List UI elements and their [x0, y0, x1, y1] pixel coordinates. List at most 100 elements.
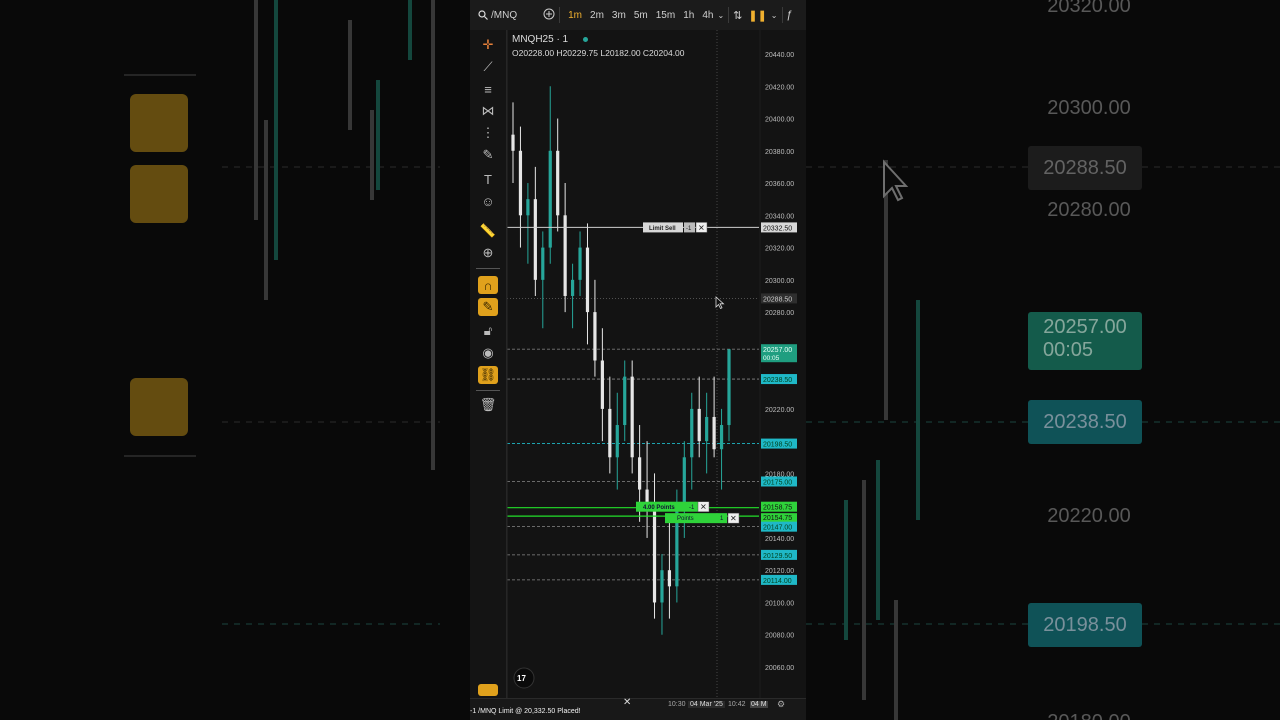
candle-body — [556, 150, 560, 216]
limit-sell-price: 20332.50 — [763, 225, 792, 232]
timeframe-1m[interactable]: 1m — [564, 10, 586, 21]
phone-screen: /MNQ 1m 2m 3m 5m 15m 1h 4h ⌄ ⇅ ❚❚ ⌄ ƒ ✛ … — [470, 0, 806, 720]
chart-type-bars-icon[interactable]: ⇅ — [733, 9, 742, 22]
price-axis-label: 20175.00 — [763, 479, 792, 486]
forecast-icon[interactable]: ⋮ — [478, 124, 498, 142]
text-tool-icon[interactable]: T — [478, 170, 498, 188]
link-icon[interactable]: ⛓︎ — [478, 366, 498, 384]
stop-label: 4.00 Points — [643, 505, 675, 511]
timeframe-dropdown-icon[interactable]: ⌄ — [717, 11, 724, 20]
eye-icon[interactable]: ◉ — [478, 344, 498, 362]
candle-body — [541, 247, 545, 280]
candle-body — [570, 279, 575, 296]
close-toast-icon[interactable]: ✕ — [623, 697, 631, 708]
crosshair-icon[interactable]: ✛ — [478, 36, 498, 54]
candles-icon[interactable]: ❚❚ — [748, 9, 766, 22]
limit-sell-label: Limit Sell — [649, 226, 676, 232]
ohlc-values: O20228.00 H20229.75 L20182.00 C20204.00 — [512, 48, 685, 58]
symbol-search[interactable]: /MNQ — [478, 10, 517, 21]
pencil-lock-icon[interactable]: ✎ — [478, 298, 498, 316]
candle-body — [638, 457, 642, 490]
lock-icon[interactable]: 🔓︎ — [478, 322, 498, 340]
fib-lines-icon[interactable]: ≡ — [478, 80, 498, 98]
candle-body — [712, 416, 716, 450]
search-icon — [478, 10, 488, 20]
price-axis-label: 20198.50 — [763, 442, 792, 449]
favorites-icon[interactable] — [478, 684, 498, 696]
settings-icon[interactable]: ⚙ — [777, 699, 785, 710]
price-axis-label: 20114.00 — [763, 578, 792, 585]
market-open-dot — [582, 36, 588, 42]
candle-body — [526, 199, 530, 216]
candle-body — [630, 376, 634, 458]
timeframe-1h[interactable]: 1h — [679, 10, 698, 21]
candle-body — [727, 349, 731, 426]
stop-cancel-icon: ✕ — [700, 503, 707, 512]
emoji-icon[interactable]: ☺ — [478, 192, 498, 210]
add-symbol-icon[interactable] — [543, 8, 555, 23]
candle-body — [533, 199, 537, 280]
candle-body — [697, 408, 701, 442]
chart-type-dropdown-icon[interactable]: ⌄ — [771, 11, 778, 20]
second-price: 20154.75 — [763, 515, 792, 522]
candle-body — [705, 416, 709, 442]
background-left — [0, 0, 470, 720]
magnet-icon[interactable]: ∩ — [478, 276, 498, 294]
price-tick-label: 20140.00 — [765, 536, 794, 543]
indicators-icon[interactable]: ƒ — [787, 9, 793, 21]
pattern-icon[interactable]: ⋈ — [478, 102, 498, 120]
price-tick-label: 20340.00 — [765, 213, 794, 220]
candle-body — [600, 360, 604, 409]
price-tick-label: 20440.00 — [765, 52, 794, 59]
order-toast: -1 /MNQ Limit @ 20,332.50 Placed! — [470, 708, 581, 715]
price-tick-label: 20060.00 — [765, 665, 794, 672]
tradingview-logo-text: 17 — [517, 674, 526, 683]
chart-top-toolbar: /MNQ 1m 2m 3m 5m 15m 1h 4h ⌄ ⇅ ❚❚ ⌄ ƒ — [470, 0, 806, 31]
chart-background — [507, 30, 806, 698]
price-tick-label: 20280.00 — [765, 310, 794, 317]
candle-body — [615, 425, 619, 458]
price-tick-label: 20380.00 — [765, 149, 794, 156]
timeframe-2m[interactable]: 2m — [586, 10, 608, 21]
trendline-icon[interactable]: ⟋ — [478, 58, 498, 76]
timeframe-15m[interactable]: 15m — [652, 10, 679, 21]
price-tick-label: 20400.00 — [765, 117, 794, 124]
price-axis-label: 20129.50 — [763, 553, 792, 560]
trash-icon[interactable]: 🗑︎ — [478, 396, 498, 414]
zoom-in-icon[interactable]: ⊕ — [478, 244, 498, 262]
price-axis-label: 20288.50 — [763, 296, 792, 303]
price-tick-label: 20300.00 — [765, 278, 794, 285]
brush-icon[interactable]: ✎ — [478, 146, 498, 164]
timeframe-3m[interactable]: 3m — [608, 10, 630, 21]
drawing-toolbar: ✛ ⟋ ≡ ⋈ ⋮ ✎ T ☺ 📏 ⊕ ∩ ✎ 🔓︎ ◉ ⛓︎ 🗑︎ — [470, 30, 507, 700]
candle-body — [585, 247, 590, 313]
candle-body — [511, 134, 515, 151]
time-label: 10:42 — [728, 701, 746, 708]
candle-body — [682, 457, 686, 506]
ruler-icon[interactable]: 📏 — [478, 222, 498, 240]
limit-sell-cancel-icon: ✕ — [698, 223, 705, 232]
price-axis-label: 20238.50 — [763, 377, 792, 384]
price-chart[interactable]: 20440.00 20420.00 20400.00 20380.00 20360.00… — [507, 30, 806, 698]
stop-price: 20158.75 — [763, 505, 792, 512]
candle-body — [690, 408, 694, 458]
candle-body — [593, 312, 597, 361]
price-tick-label: 20080.00 — [765, 633, 794, 640]
candle-body — [548, 150, 552, 248]
background-right: 20320.00 20300.00 20288.50 20280.00 2025… — [806, 0, 1280, 720]
second-label: Points — [677, 516, 694, 522]
price-axis-label: 20147.00 — [763, 525, 792, 532]
candle-body — [719, 425, 724, 450]
candle-body — [652, 505, 657, 603]
countdown-label: 00:05 — [763, 355, 780, 362]
price-tick-label: 20420.00 — [765, 84, 794, 91]
candle-body — [623, 376, 627, 426]
time-label: 04 Mar '25 — [688, 701, 725, 708]
price-tick-label: 20120.00 — [765, 568, 794, 575]
candle-body — [667, 570, 672, 587]
price-tick-label: 20100.00 — [765, 600, 794, 607]
symbol-label: /MNQ — [491, 9, 518, 21]
timeframe-5m[interactable]: 5m — [630, 10, 652, 21]
timeframe-4h[interactable]: 4h — [698, 10, 717, 21]
candle-body — [518, 150, 523, 216]
